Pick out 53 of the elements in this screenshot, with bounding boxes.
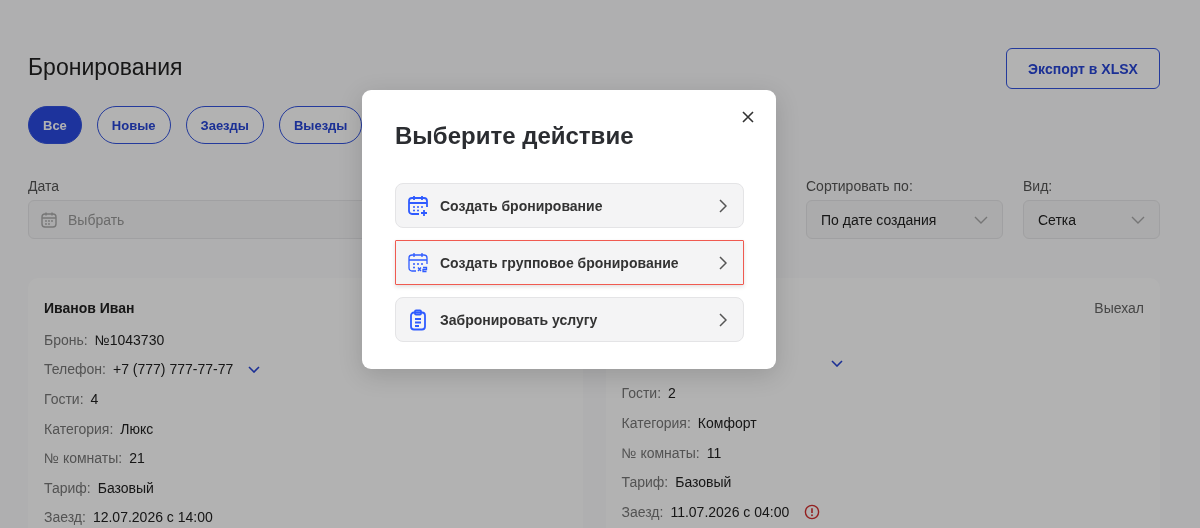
- chevron-right-icon: [719, 312, 727, 327]
- field-label: Категория:: [44, 420, 114, 437]
- export-button[interactable]: Экспорт в XLSX: [1006, 48, 1160, 89]
- dialog-title: Выберите действие: [395, 122, 635, 150]
- date-label: Дата: [28, 178, 60, 194]
- field-label: № комнаты:: [621, 444, 700, 461]
- sort-label: Сортировать по:: [806, 178, 914, 194]
- field-label: Гости:: [621, 385, 662, 402]
- clipboard-icon: [407, 308, 429, 331]
- field-value: 21: [129, 450, 145, 467]
- field-label: Категория:: [621, 415, 691, 431]
- chevron-down-icon: [1131, 215, 1145, 224]
- field-value: №1043730: [94, 331, 165, 348]
- filter-tab[interactable]: Выезды: [278, 106, 363, 144]
- field-label: Бронь:: [44, 331, 88, 348]
- page-title: Бронирования: [28, 54, 183, 81]
- view-label: Вид:: [1023, 178, 1054, 194]
- field-label: Телефон:: [44, 361, 106, 378]
- chevron-down-icon[interactable]: [248, 365, 261, 373]
- field-value: Базовый: [97, 479, 154, 496]
- booking-status: Выехал: [1094, 300, 1144, 318]
- field-label: Тариф:: [44, 479, 91, 496]
- field-label: Гости:: [44, 391, 84, 407]
- chevron-down-icon: [974, 215, 988, 224]
- calendar-group-icon: [407, 251, 429, 274]
- chevron-down-icon[interactable]: [830, 360, 843, 368]
- field-value: 11.07.2026 с 04:00: [670, 503, 790, 520]
- action-option[interactable]: Создать групповое бронирование: [395, 240, 744, 285]
- chevron-right-icon: [719, 198, 727, 213]
- field-label: № комнаты:: [44, 450, 123, 467]
- field-value: 2: [668, 385, 676, 402]
- field-value: Люкс: [120, 420, 154, 437]
- field-value: 12.07.2026 с 14:00: [92, 509, 213, 526]
- field-value: Базовый: [675, 474, 732, 491]
- field-value: 11: [706, 444, 722, 461]
- field-value: +7 (777) 777-77-77: [112, 361, 234, 378]
- warning-icon: [804, 503, 821, 520]
- action-option[interactable]: Создать бронирование: [395, 183, 744, 228]
- filter-tab[interactable]: Заезды: [185, 106, 264, 144]
- sort-dropdown[interactable]: По дате создания: [806, 200, 1003, 239]
- chevron-right-icon: [719, 255, 727, 270]
- field-label: Заезд:: [44, 509, 86, 526]
- view-dropdown[interactable]: Сетка: [1023, 200, 1160, 239]
- field-value: 4: [90, 391, 99, 407]
- field-label: Тариф:: [621, 474, 669, 491]
- filter-tab[interactable]: Новые: [96, 106, 171, 144]
- field-label: Заезд:: [621, 503, 664, 520]
- action-option[interactable]: Забронировать услугу: [395, 297, 744, 342]
- filter-tab[interactable]: Все: [28, 106, 82, 144]
- field-value: Комфорт: [697, 415, 757, 431]
- close-icon[interactable]: [742, 111, 754, 123]
- calendar-plus-icon: [407, 194, 429, 217]
- guest-name: Иванов Иван: [44, 300, 135, 318]
